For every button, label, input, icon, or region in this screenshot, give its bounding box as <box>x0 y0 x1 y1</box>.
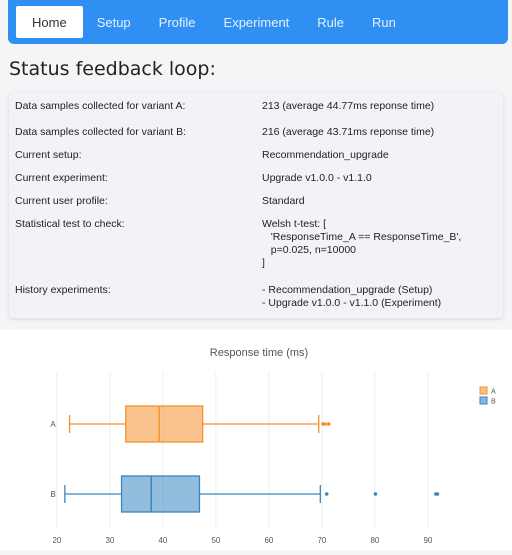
box-iqr-a <box>125 405 204 443</box>
status-value-line: Upgrade v1.0.0 - v1.1.0 <box>262 172 372 184</box>
chart-background <box>0 330 512 550</box>
status-card: Data samples collected for variant A: 213… <box>9 92 503 318</box>
x-tick-label: 90 <box>423 536 432 545</box>
x-tick-label: 20 <box>52 536 61 545</box>
page-title: Status feedback loop: <box>9 58 216 80</box>
x-tick-label: 70 <box>317 536 326 545</box>
status-value-line: Recommendation_upgrade <box>262 149 389 161</box>
status-label: Current user profile: <box>15 195 108 207</box>
status-value: 213 (average 44.77ms reponse time) <box>262 100 434 113</box>
status-value: Welsh t-test: [ 'ResponseTime_A == Respo… <box>262 218 461 270</box>
status-value: Upgrade v1.0.0 - v1.1.0 <box>262 172 372 185</box>
status-value-line: - Recommendation_upgrade (Setup) <box>262 284 433 296</box>
status-value: 216 (average 43.71ms reponse time) <box>262 126 434 139</box>
response-time-chart: Response time (ms) 20 30 40 50 60 70 80 90 A B A B <box>0 330 512 550</box>
status-label: History experiments: <box>15 284 111 296</box>
nav-item-run[interactable]: Run <box>358 6 410 38</box>
nav-item-experiment[interactable]: Experiment <box>210 6 304 38</box>
status-label: Data samples collected for variant A: <box>15 100 186 112</box>
outlier-point <box>324 492 329 496</box>
outlier-point <box>323 422 327 426</box>
status-label: Current setup: <box>15 149 82 161</box>
response-time-chart-svg: Response time (ms)20 30 40 50 60 70 80 90ABAB <box>0 330 512 550</box>
category-label: A <box>50 420 56 429</box>
top-navbar: Home Setup Profile Experiment Rule Run <box>8 0 508 44</box>
chart-title: Response time (ms) <box>210 347 308 359</box>
nav-item-home[interactable]: Home <box>16 6 83 38</box>
status-value-line: ] <box>262 257 265 269</box>
status-label: Statistical test to check: <box>15 218 125 230</box>
nav-item-profile[interactable]: Profile <box>145 6 210 38</box>
status-value: Recommendation_upgrade <box>262 149 389 162</box>
status-value-line: - Upgrade v1.0.0 - v1.1.0 (Experiment) <box>262 297 442 309</box>
nav-item-setup[interactable]: Setup <box>83 6 145 38</box>
legend-label: B <box>491 399 496 406</box>
x-tick-label: 50 <box>211 536 220 545</box>
status-value-line: 216 (average 43.71ms reponse time) <box>262 126 435 138</box>
status-value-line: 213 (average 44.77ms reponse time) <box>262 100 435 112</box>
category-label: B <box>50 490 55 499</box>
outlier-point <box>435 492 440 496</box>
status-label: Data samples collected for variant B: <box>15 126 186 138</box>
x-tick-label: 30 <box>105 536 114 545</box>
legend-label: A <box>491 389 496 396</box>
x-tick-label: 60 <box>264 536 273 545</box>
box-iqr-b <box>120 475 201 513</box>
status-value-line: p=0.025, n=10000 <box>262 244 357 256</box>
outlier-point <box>373 492 378 496</box>
status-value-line: Standard <box>262 195 305 207</box>
nav-item-rule[interactable]: Rule <box>303 6 358 38</box>
status-value-line: 'ResponseTime_A == ResponseTime_B', <box>262 231 462 243</box>
status-value-line: Welsh t-test: [ <box>262 218 326 230</box>
x-tick-label: 80 <box>370 536 379 545</box>
outlier-point <box>326 422 331 426</box>
legend-swatch <box>479 396 488 405</box>
x-tick-label: 40 <box>158 536 167 545</box>
status-value: - Recommendation_upgrade (Setup) - Upgrad… <box>262 284 441 310</box>
legend-swatch <box>479 386 488 395</box>
status-label: Current experiment: <box>15 172 108 184</box>
status-value: Standard <box>262 195 305 208</box>
